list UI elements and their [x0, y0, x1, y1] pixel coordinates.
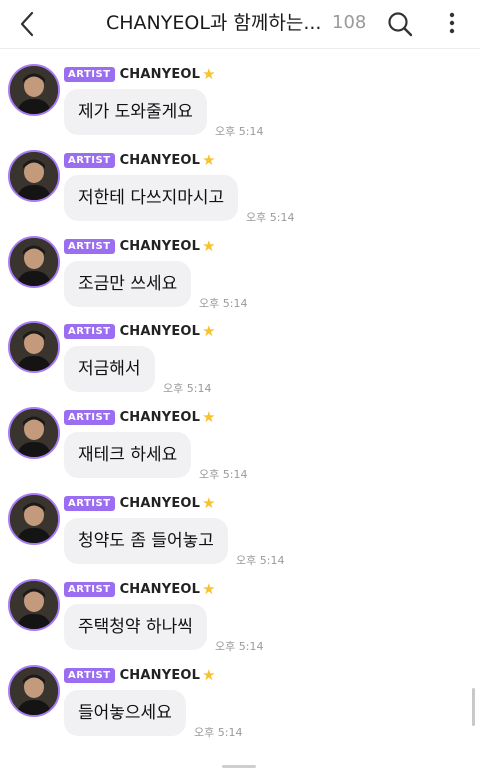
avatar[interactable] — [8, 493, 60, 545]
avatar[interactable] — [8, 321, 60, 373]
scrollbar[interactable] — [472, 688, 475, 726]
message-bubble[interactable]: 제가 도와줄게요 — [64, 89, 207, 135]
search-icon — [388, 12, 413, 37]
artist-badge: ARTIST — [64, 667, 115, 683]
artist-badge: ARTIST — [64, 323, 115, 339]
chat-title: CHANYEOL과 함께하는... — [106, 12, 322, 34]
star-icon: ★ — [202, 408, 216, 426]
message-time: 오후 5:14 — [215, 640, 264, 653]
sender-row: ARTIST CHANYEOL ★ — [64, 666, 216, 684]
message-bubble[interactable]: 조금만 쓰세요 — [64, 261, 192, 307]
star-icon: ★ — [202, 237, 216, 255]
star-icon: ★ — [202, 65, 216, 83]
message-time: 오후 5:14 — [199, 468, 248, 481]
sender-name[interactable]: CHANYEOL — [120, 324, 201, 339]
artist-badge: ARTIST — [64, 238, 115, 254]
message-time: 오후 5:14 — [236, 554, 285, 567]
message-item: ARTIST CHANYEOL ★ 제가 도와줄게요 오후 5:14 — [0, 54, 470, 140]
sender-name[interactable]: CHANYEOL — [120, 67, 201, 82]
message-item: ARTIST CHANYEOL ★ 들어놓으세요 오후 5:14 — [0, 655, 470, 741]
message-bubble[interactable]: 들어놓으세요 — [64, 690, 186, 736]
message-time: 오후 5:14 — [194, 726, 243, 739]
sender-row: ARTIST CHANYEOL ★ — [64, 322, 216, 340]
message-item: ARTIST CHANYEOL ★ 주택청약 하나씩 오후 5:14 — [0, 569, 470, 655]
sender-row: ARTIST CHANYEOL ★ — [64, 408, 216, 426]
avatar[interactable] — [8, 236, 60, 288]
back-button[interactable] — [12, 8, 44, 40]
artist-badge: ARTIST — [64, 152, 115, 168]
sender-row: ARTIST CHANYEOL ★ — [64, 494, 216, 512]
message-bubble[interactable]: 저금해서 — [64, 346, 155, 392]
message-item: ARTIST CHANYEOL ★ 저한테 다쓰지마시고 오후 5:14 — [0, 140, 470, 226]
sender-name[interactable]: CHANYEOL — [120, 410, 201, 425]
message-time: 오후 5:14 — [163, 382, 212, 395]
artist-badge: ARTIST — [64, 495, 115, 511]
sender-name[interactable]: CHANYEOL — [120, 582, 201, 597]
avatar[interactable] — [8, 665, 60, 717]
sender-name[interactable]: CHANYEOL — [120, 668, 201, 683]
artist-badge: ARTIST — [64, 409, 115, 425]
message-bubble[interactable]: 청약도 좀 들어놓고 — [64, 518, 228, 564]
star-icon: ★ — [202, 666, 216, 684]
message-time: 오후 5:14 — [215, 125, 264, 138]
avatar[interactable] — [8, 579, 60, 631]
sender-name[interactable]: CHANYEOL — [120, 239, 201, 254]
home-indicator — [222, 765, 256, 768]
message-bubble[interactable]: 주택청약 하나씩 — [64, 604, 207, 650]
chevron-left-icon — [20, 11, 34, 37]
more-options-button[interactable] — [440, 8, 464, 40]
search-button[interactable] — [384, 8, 416, 40]
message-item: ARTIST CHANYEOL ★ 저금해서 오후 5:14 — [0, 311, 470, 397]
message-time: 오후 5:14 — [199, 297, 248, 310]
sender-row: ARTIST CHANYEOL ★ — [64, 580, 216, 598]
artist-badge: ARTIST — [64, 581, 115, 597]
message-item: ARTIST CHANYEOL ★ 청약도 좀 들어놓고 오후 5:14 — [0, 483, 470, 569]
sender-row: ARTIST CHANYEOL ★ — [64, 65, 216, 83]
message-bubble[interactable]: 재테크 하세요 — [64, 432, 192, 478]
avatar[interactable] — [8, 64, 60, 116]
chat-header: CHANYEOL과 함께하는... 108 — [0, 0, 480, 49]
sender-name[interactable]: CHANYEOL — [120, 496, 201, 511]
member-count: 108 — [332, 12, 367, 33]
star-icon: ★ — [202, 151, 216, 169]
avatar[interactable] — [8, 407, 60, 459]
more-vertical-icon — [449, 12, 455, 34]
message-list[interactable]: ARTIST CHANYEOL ★ 제가 도와줄게요 오후 5:14 ARTIS… — [0, 48, 480, 778]
message-item: ARTIST CHANYEOL ★ 조금만 쓰세요 오후 5:14 — [0, 226, 470, 312]
star-icon: ★ — [202, 580, 216, 598]
star-icon: ★ — [202, 494, 216, 512]
sender-row: ARTIST CHANYEOL ★ — [64, 151, 216, 169]
message-item: ARTIST CHANYEOL ★ 재테크 하세요 오후 5:14 — [0, 397, 470, 483]
sender-row: ARTIST CHANYEOL ★ — [64, 237, 216, 255]
sender-name[interactable]: CHANYEOL — [120, 153, 201, 168]
artist-badge: ARTIST — [64, 66, 115, 82]
avatar[interactable] — [8, 150, 60, 202]
message-time: 오후 5:14 — [246, 211, 295, 224]
star-icon: ★ — [202, 322, 216, 340]
message-bubble[interactable]: 저한테 다쓰지마시고 — [64, 175, 239, 221]
